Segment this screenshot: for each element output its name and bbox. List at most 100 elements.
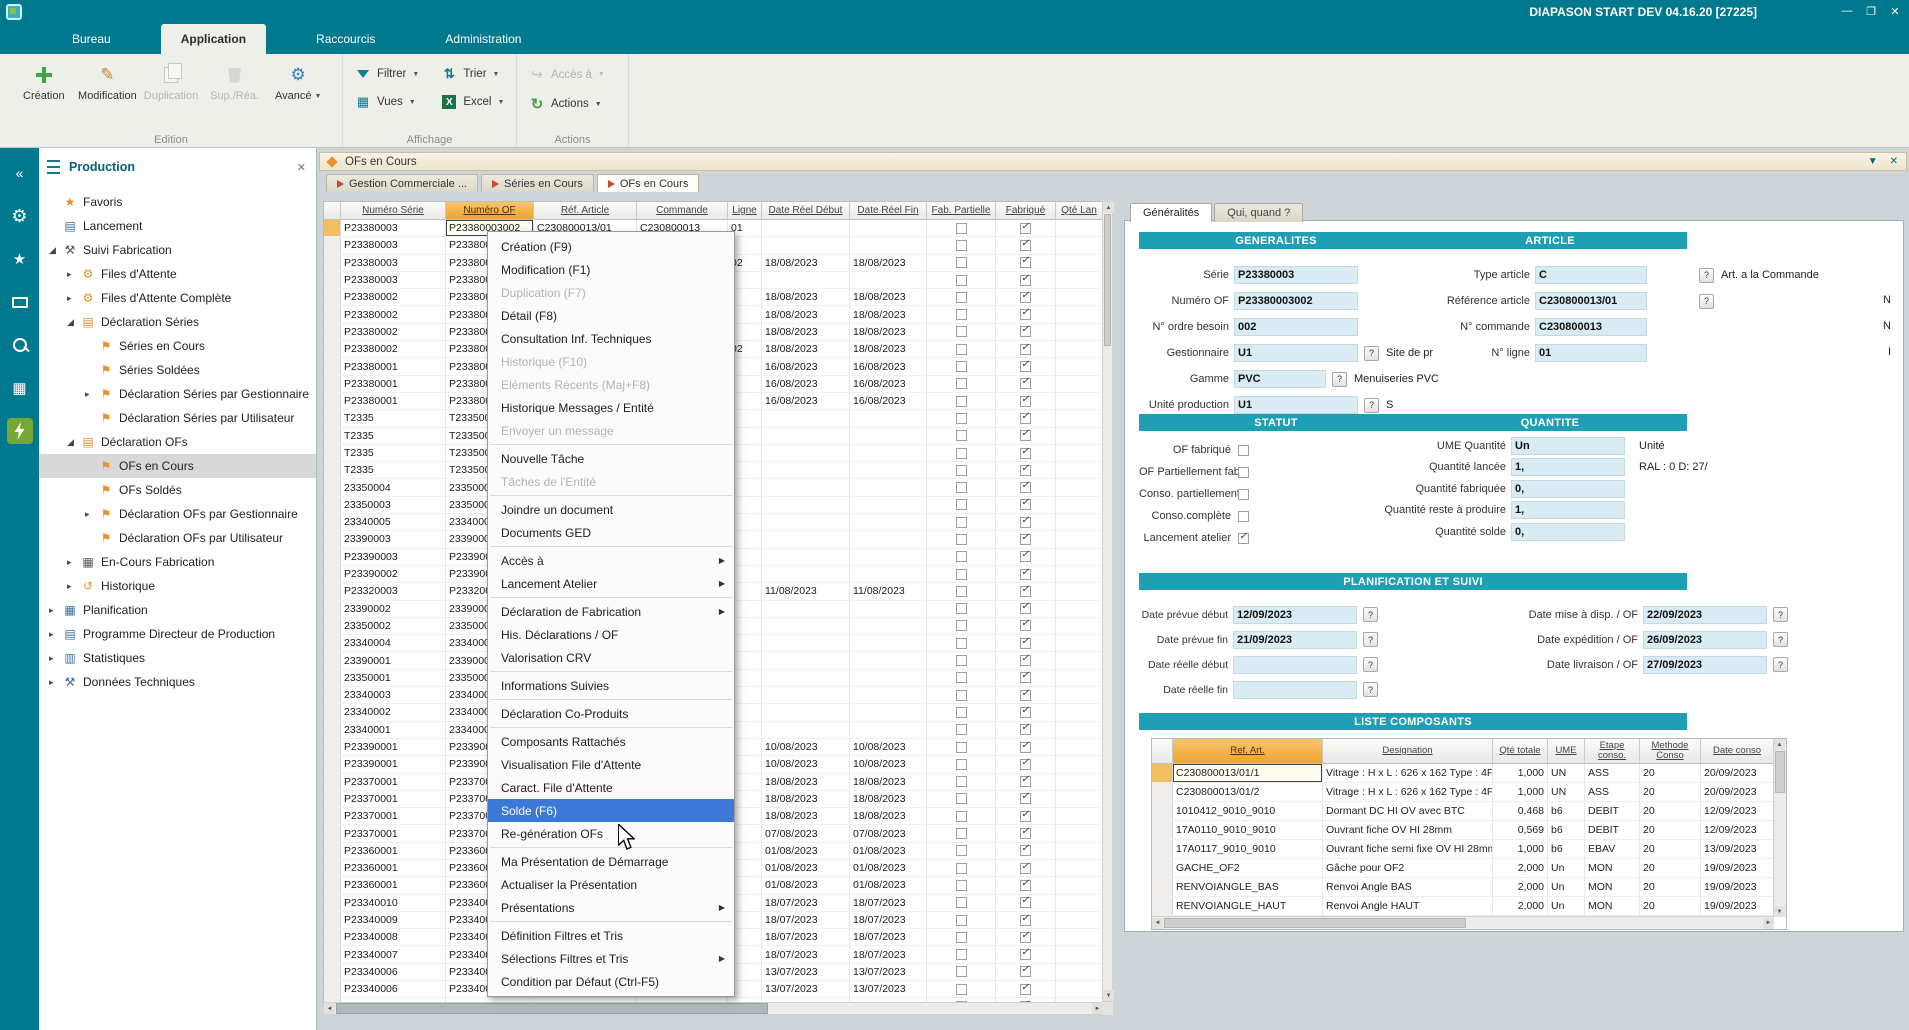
- row-selector[interactable]: [324, 445, 341, 461]
- fabrique-checkbox[interactable]: [1020, 690, 1031, 701]
- column-header[interactable]: Réf. Article: [534, 202, 637, 219]
- row-selector[interactable]: [324, 410, 341, 426]
- row-selector[interactable]: [324, 774, 341, 790]
- filtrer-button[interactable]: Filtrer▼: [355, 66, 419, 82]
- fab-partielle-checkbox[interactable]: [956, 603, 967, 614]
- fabrique-checkbox[interactable]: [1020, 828, 1031, 839]
- fab-partielle-checkbox[interactable]: [956, 448, 967, 459]
- row-selector[interactable]: [324, 358, 341, 374]
- sidebar-close-icon[interactable]: ✕: [297, 161, 306, 174]
- sidebar-item[interactable]: ⚑ OFs Soldés: [39, 478, 316, 502]
- table-row[interactable]: RENVOIANGLE_HAUT Renvoi Angle HAUT 2,000…: [1152, 897, 1774, 916]
- fab-partielle-checkbox[interactable]: [956, 776, 967, 787]
- fab-partielle-checkbox[interactable]: [956, 949, 967, 960]
- context-menu-item[interactable]: Duplication (F7): [488, 281, 734, 304]
- fabrique-checkbox[interactable]: [1020, 984, 1031, 995]
- row-selector[interactable]: [1152, 878, 1173, 896]
- column-header[interactable]: Etape conso.: [1585, 739, 1640, 763]
- status-checkbox[interactable]: [1238, 511, 1249, 522]
- creation-button[interactable]: Création: [12, 60, 76, 102]
- document-tab[interactable]: Gestion Commerciale ...: [326, 174, 478, 192]
- sidebar-item[interactable]: ▸ ▥ Statistiques: [39, 646, 316, 670]
- acces-a-button[interactable]: ↪ Accès à▼: [529, 66, 605, 83]
- row-selector[interactable]: [324, 341, 341, 357]
- context-menu-item[interactable]: Ma Présentation de Démarrage: [488, 850, 734, 873]
- fabrique-checkbox[interactable]: [1020, 672, 1031, 683]
- fab-partielle-checkbox[interactable]: [956, 292, 967, 303]
- context-menu-item[interactable]: Condition par Défaut (Ctrl-F5): [488, 970, 734, 993]
- context-menu-item[interactable]: Création (F9): [488, 235, 734, 258]
- status-checkbox[interactable]: [1238, 489, 1249, 500]
- context-menu-item[interactable]: Consultation Inf. Techniques: [488, 327, 734, 350]
- row-selector[interactable]: [1152, 802, 1173, 820]
- detail-tab[interactable]: Généralités: [1130, 203, 1212, 222]
- row-selector[interactable]: [324, 808, 341, 824]
- row-selector[interactable]: [324, 272, 341, 288]
- tree-expander-icon[interactable]: ◢: [67, 437, 80, 448]
- row-selector[interactable]: [1152, 783, 1173, 801]
- column-header[interactable]: Date conso: [1701, 739, 1774, 763]
- scroll-up-icon[interactable]: ▲: [1103, 202, 1114, 213]
- modification-button[interactable]: ✎ Modification: [76, 60, 140, 102]
- fab-partielle-checkbox[interactable]: [956, 430, 967, 441]
- vertical-scrollbar[interactable]: ▲ ▼: [1102, 201, 1113, 1002]
- row-selector[interactable]: [324, 618, 341, 634]
- fabrique-checkbox[interactable]: [1020, 551, 1031, 562]
- document-tab[interactable]: Séries en Cours: [481, 174, 594, 192]
- row-selector[interactable]: [324, 981, 341, 997]
- table-row[interactable]: C230800013/01/1 Vitrage : H x L : 626 x …: [1152, 764, 1774, 783]
- context-menu-item[interactable]: Informations Suivies: [488, 674, 734, 697]
- scrollbar-thumb[interactable]: [1104, 214, 1111, 346]
- column-header[interactable]: Date Réel Fin: [850, 202, 927, 219]
- maximize-icon[interactable]: ❐: [1861, 2, 1881, 20]
- date-field-value[interactable]: 12/09/2023: [1233, 606, 1357, 624]
- row-selector[interactable]: [1152, 821, 1173, 839]
- scrollbar-thumb[interactable]: [336, 1003, 768, 1014]
- row-selector[interactable]: [324, 946, 341, 962]
- fabrique-checkbox[interactable]: [1020, 863, 1031, 874]
- column-header[interactable]: [324, 202, 341, 219]
- help-button[interactable]: ?: [1699, 268, 1714, 283]
- hamburger-icon[interactable]: [47, 160, 60, 174]
- fab-partielle-checkbox[interactable]: [956, 586, 967, 597]
- fab-partielle-checkbox[interactable]: [956, 534, 967, 545]
- fabrique-checkbox[interactable]: [1020, 517, 1031, 528]
- context-menu-item[interactable]: Valorisation CRV: [488, 646, 734, 669]
- tree-expander-icon[interactable]: ▸: [67, 269, 80, 280]
- row-selector[interactable]: [324, 531, 341, 547]
- minimize-icon[interactable]: —: [1837, 2, 1857, 20]
- fabrique-checkbox[interactable]: [1020, 344, 1031, 355]
- help-button[interactable]: ?: [1363, 657, 1378, 672]
- fabrique-checkbox[interactable]: [1020, 793, 1031, 804]
- row-selector[interactable]: [1152, 897, 1173, 915]
- column-header[interactable]: Date Réel Début: [762, 202, 850, 219]
- collapse-sidebar-icon[interactable]: «: [7, 160, 33, 186]
- row-selector[interactable]: [324, 756, 341, 772]
- row-selector[interactable]: [324, 583, 341, 599]
- fabrique-checkbox[interactable]: [1020, 378, 1031, 389]
- sidebar-item[interactable]: ▤ Lancement: [39, 214, 316, 238]
- fabrique-checkbox[interactable]: [1020, 724, 1031, 735]
- fabrique-checkbox[interactable]: [1020, 326, 1031, 337]
- field-value[interactable]: 0,: [1511, 523, 1625, 541]
- context-menu-item[interactable]: Composants Rattachés: [488, 730, 734, 753]
- fabrique-checkbox[interactable]: [1020, 949, 1031, 960]
- duplication-button[interactable]: Duplication: [139, 60, 203, 102]
- field-value[interactable]: 1,: [1511, 458, 1625, 476]
- fab-partielle-checkbox[interactable]: [956, 309, 967, 320]
- tree-expander-icon[interactable]: ▸: [49, 677, 62, 688]
- fab-partielle-checkbox[interactable]: [956, 880, 967, 891]
- sidebar-item[interactable]: ⚑ OFs en Cours: [39, 454, 316, 478]
- fabrique-checkbox[interactable]: [1020, 257, 1031, 268]
- row-selector[interactable]: [1152, 764, 1173, 782]
- fab-partielle-checkbox[interactable]: [956, 932, 967, 943]
- context-menu-item[interactable]: Historique (F10): [488, 350, 734, 373]
- context-menu-item[interactable]: Tâches de l'Entité: [488, 470, 734, 493]
- desktop-icon[interactable]: [7, 289, 33, 315]
- context-menu-item[interactable]: Lancement Atelier ▶: [488, 572, 734, 595]
- close-icon[interactable]: ✕: [1885, 2, 1905, 20]
- context-menu-item[interactable]: Historique Messages / Entité: [488, 396, 734, 419]
- date-field-value[interactable]: 21/09/2023: [1233, 631, 1357, 649]
- fab-partielle-checkbox[interactable]: [956, 724, 967, 735]
- fabrique-checkbox[interactable]: [1020, 932, 1031, 943]
